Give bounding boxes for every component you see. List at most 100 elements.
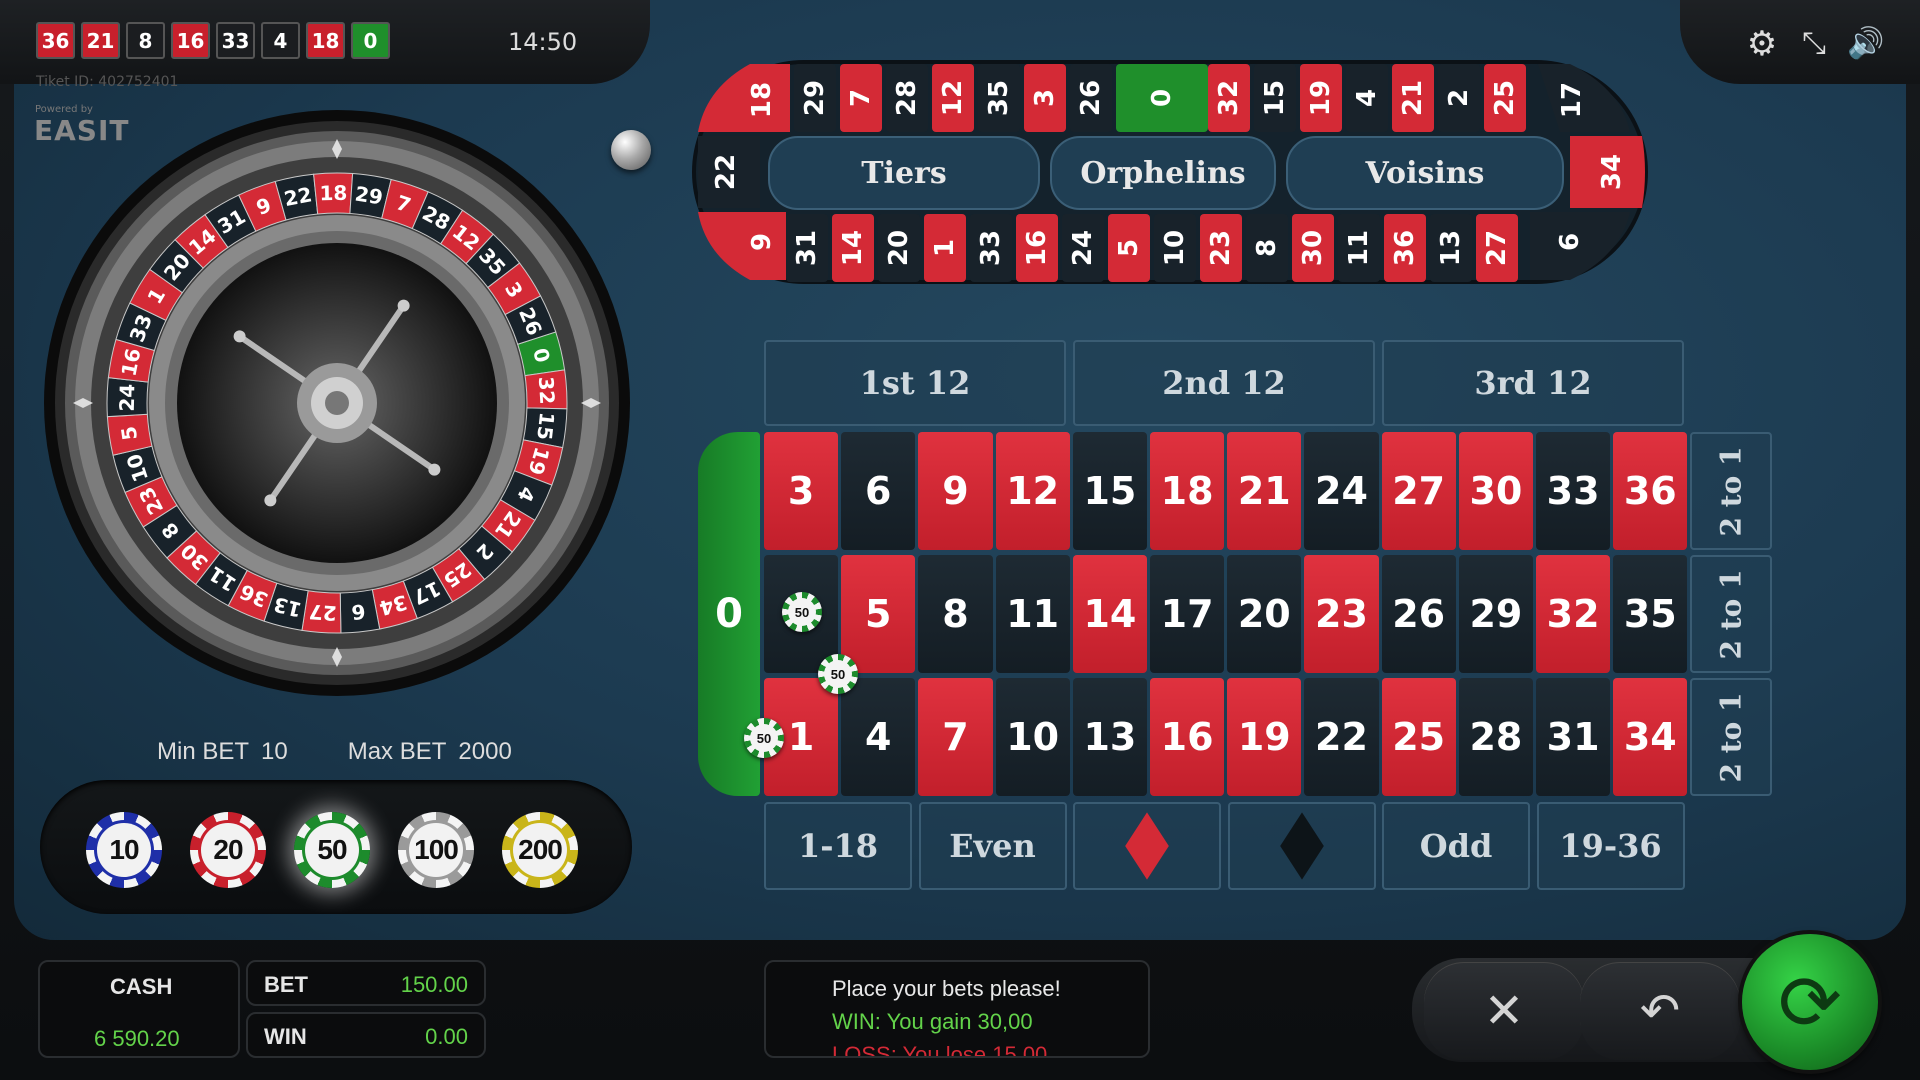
cell-36[interactable]: 36 <box>1613 432 1688 550</box>
cell-24[interactable]: 24 <box>1304 432 1379 550</box>
outside-bet[interactable]: 1-18 <box>764 802 912 890</box>
racetrack-number[interactable]: 30 <box>1292 214 1334 282</box>
outside-bet[interactable]: Odd <box>1382 802 1530 890</box>
racetrack-number[interactable]: 36 <box>1384 214 1426 282</box>
compress-icon[interactable]: ⤡ <box>1794 24 1834 64</box>
chip-50[interactable]: 50 <box>294 812 370 888</box>
chip-100[interactable]: 100 <box>398 812 474 888</box>
racetrack-number[interactable]: 1 <box>924 214 966 282</box>
racetrack-number[interactable]: 21 <box>1392 64 1434 132</box>
cell-5[interactable]: 5 <box>841 555 916 673</box>
cell-34[interactable]: 34 <box>1613 678 1688 796</box>
cell-28[interactable]: 28 <box>1458 678 1533 796</box>
racetrack-number[interactable]: 11 <box>1338 214 1380 282</box>
speaker-icon[interactable]: 🔊 <box>1846 24 1886 64</box>
cell-22[interactable]: 22 <box>1304 678 1379 796</box>
cell-12[interactable]: 12 <box>995 432 1070 550</box>
cell-29[interactable]: 29 <box>1458 555 1533 673</box>
racetrack-number[interactable]: 9 <box>747 233 777 251</box>
racetrack-number[interactable]: 7 <box>840 64 882 132</box>
gear-icon[interactable]: ⚙ <box>1742 24 1782 64</box>
racetrack-number[interactable]: 19 <box>1300 64 1342 132</box>
racetrack-number[interactable]: 3 <box>1024 64 1066 132</box>
cell-32[interactable]: 32 <box>1536 555 1611 673</box>
chip-20[interactable]: 20 <box>190 812 266 888</box>
racetrack-tiers[interactable]: Tiers <box>768 136 1040 210</box>
racetrack-number[interactable]: 22 <box>711 154 741 190</box>
cell-8[interactable]: 8 <box>918 555 993 673</box>
cell-20[interactable]: 20 <box>1227 555 1302 673</box>
racetrack-number[interactable]: 20 <box>878 214 920 282</box>
cell-18[interactable]: 18 <box>1150 432 1225 550</box>
cell-21[interactable]: 21 <box>1227 432 1302 550</box>
racetrack-number[interactable]: 33 <box>970 214 1012 282</box>
racetrack-number[interactable]: 10 <box>1154 214 1196 282</box>
racetrack-number[interactable]: 23 <box>1200 214 1242 282</box>
cell-23[interactable]: 23 <box>1304 555 1379 673</box>
racetrack-number[interactable]: 13 <box>1430 214 1472 282</box>
racetrack-number[interactable]: 8 <box>1246 214 1288 282</box>
racetrack-number[interactable]: 27 <box>1476 214 1518 282</box>
cell-6[interactable]: 6 <box>841 432 916 550</box>
cell-4[interactable]: 4 <box>841 678 916 796</box>
racetrack-number[interactable]: 29 <box>794 64 836 132</box>
racetrack-number[interactable]: 34 <box>1597 154 1627 190</box>
racetrack-number[interactable]: 12 <box>932 64 974 132</box>
cell-35[interactable]: 35 <box>1613 555 1688 673</box>
racetrack-orphelins[interactable]: Orphelins <box>1050 136 1276 210</box>
cell-33[interactable]: 33 <box>1536 432 1611 550</box>
cell-14[interactable]: 14 <box>1072 555 1147 673</box>
cell-15[interactable]: 15 <box>1072 432 1147 550</box>
spin-button[interactable]: ⟳ <box>1742 934 1878 1070</box>
dozen-bet[interactable]: 1st 12 <box>764 340 1066 426</box>
outside-bet[interactable]: 19-36 <box>1536 802 1685 890</box>
racetrack-number[interactable]: 18 <box>747 82 777 118</box>
racetrack-number[interactable]: 4 <box>1346 64 1388 132</box>
chip-10[interactable]: 10 <box>86 812 162 888</box>
cell-19[interactable]: 19 <box>1227 678 1302 796</box>
undo-button[interactable]: ↶ <box>1580 962 1740 1060</box>
racetrack-number[interactable]: 26 <box>1070 64 1112 132</box>
cell-11[interactable]: 11 <box>995 555 1070 673</box>
cell-9[interactable]: 9 <box>918 432 993 550</box>
racetrack-number[interactable]: 28 <box>886 64 928 132</box>
clear-bets-button[interactable]: ✕ <box>1424 962 1584 1060</box>
dozen-bet[interactable]: 3rd 12 <box>1382 340 1684 426</box>
chip-200[interactable]: 200 <box>502 812 578 888</box>
column-bet[interactable]: 2 to 1 <box>1690 432 1772 550</box>
cell-27[interactable]: 27 <box>1381 432 1456 550</box>
placed-chip[interactable]: 50 <box>818 654 858 694</box>
racetrack-number[interactable]: 0 <box>1116 64 1208 132</box>
cell-7[interactable]: 7 <box>918 678 993 796</box>
racetrack-number[interactable]: 16 <box>1016 214 1058 282</box>
racetrack-number[interactable]: 14 <box>832 214 874 282</box>
red-bet[interactable] <box>1073 802 1221 890</box>
racetrack-number[interactable]: 35 <box>978 64 1020 132</box>
cell-17[interactable]: 17 <box>1150 555 1225 673</box>
racetrack-number[interactable]: 24 <box>1062 214 1104 282</box>
column-bet[interactable]: 2 to 1 <box>1690 555 1772 673</box>
racetrack-number[interactable]: 2 <box>1438 64 1480 132</box>
cell-25[interactable]: 25 <box>1381 678 1456 796</box>
racetrack-number[interactable]: 31 <box>786 214 828 282</box>
racetrack-voisins[interactable]: Voisins <box>1286 136 1564 210</box>
column-bet[interactable]: 2 to 1 <box>1690 678 1772 796</box>
outside-bet[interactable]: Even <box>918 802 1067 890</box>
dozen-bet[interactable]: 2nd 12 <box>1073 340 1375 426</box>
placed-chip[interactable]: 50 <box>744 718 784 758</box>
racetrack-number[interactable]: 15 <box>1254 64 1296 132</box>
cell-13[interactable]: 13 <box>1072 678 1147 796</box>
cell-26[interactable]: 26 <box>1381 555 1456 673</box>
racetrack-number[interactable]: 32 <box>1208 64 1250 132</box>
black-bet[interactable] <box>1227 802 1376 890</box>
cell-10[interactable]: 10 <box>995 678 1070 796</box>
racetrack-number[interactable]: 6 <box>1555 233 1585 251</box>
racetrack-number[interactable]: 5 <box>1108 214 1150 282</box>
racetrack-number[interactable]: 25 <box>1484 64 1526 132</box>
cell-3[interactable]: 3 <box>764 432 839 550</box>
cell-31[interactable]: 31 <box>1536 678 1611 796</box>
cell-16[interactable]: 16 <box>1150 678 1225 796</box>
cell-30[interactable]: 30 <box>1458 432 1533 550</box>
placed-chip[interactable]: 50 <box>782 592 822 632</box>
racetrack-number[interactable]: 17 <box>1557 82 1587 118</box>
